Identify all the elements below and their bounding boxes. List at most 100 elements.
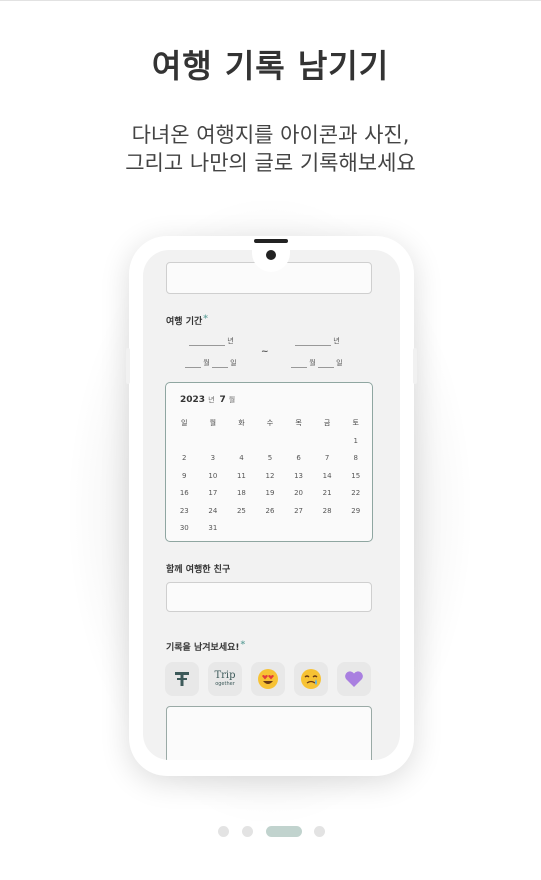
start-year-field[interactable]: 년	[189, 336, 234, 346]
end-day-unit: 일	[336, 359, 343, 367]
calendar-day[interactable]: 8	[341, 450, 370, 468]
start-day-input[interactable]	[211, 360, 228, 368]
end-month-unit: 월	[309, 359, 316, 367]
calendar-weekday: 일	[181, 419, 188, 427]
calendar-day[interactable]: 5	[256, 450, 285, 468]
calendar-weekday: 월	[209, 419, 217, 427]
front-camera	[266, 250, 276, 260]
calendar-empty-cell	[199, 433, 228, 451]
page-dot-2[interactable]	[242, 826, 253, 837]
end-day-input[interactable]	[317, 360, 334, 368]
calendar-day[interactable]: 2	[170, 450, 199, 468]
page-dot-1[interactable]	[218, 826, 229, 837]
calendar-day[interactable]: 9	[170, 468, 199, 486]
record-textarea[interactable]	[166, 706, 372, 760]
required-mark: *	[203, 314, 208, 324]
page-title: 여행 기록 남기기	[151, 47, 390, 85]
calendar-day[interactable]: 29	[341, 503, 370, 521]
calendar-day[interactable]: 17	[199, 485, 228, 503]
trip-logo-icon-glyph	[175, 672, 189, 686]
calendar-day[interactable]: 1	[341, 433, 370, 451]
required-mark: *	[240, 640, 246, 650]
start-year-unit: 년	[227, 337, 234, 345]
end-year-input[interactable]	[295, 338, 331, 346]
calendar-day[interactable]: 24	[199, 503, 228, 521]
calendar-empty-cell	[313, 520, 342, 538]
calendar-month-unit: 월	[228, 396, 236, 404]
calendar-day[interactable]: 7	[313, 450, 342, 468]
calendar-day[interactable]: 23	[170, 503, 199, 521]
start-month-day-field[interactable]: 월 일	[185, 358, 237, 368]
trip-together-logo-icon[interactable]: Trip ogether	[208, 662, 242, 696]
record-label: 기록을 남겨보세요!*	[166, 640, 245, 653]
start-month-input[interactable]	[185, 360, 201, 368]
calendar-day[interactable]: 15	[341, 468, 370, 486]
start-month-unit: 월	[203, 359, 210, 367]
calendar-empty-cell	[284, 433, 313, 451]
heart-eyes-emoji-icon[interactable]	[251, 662, 285, 696]
calendar-grid: 일 월 화 수 목 금 토 1 2 3 4 5 6 7 8 9 10 11 12 13 14 15 16 17 18 19 20 21…	[170, 415, 370, 538]
start-year-input[interactable]	[189, 338, 225, 346]
crying-emoji-icon[interactable]	[294, 662, 328, 696]
page-indicator	[0, 825, 541, 837]
calendar-day[interactable]: 3	[199, 450, 228, 468]
calendar-empty-cell	[256, 433, 285, 451]
end-month-day-field[interactable]: 월 일	[291, 358, 343, 368]
end-month-input[interactable]	[291, 360, 307, 368]
calendar-day[interactable]: 14	[313, 468, 342, 486]
end-year-field[interactable]: 년	[295, 336, 340, 346]
page-dot-3-active[interactable]	[266, 826, 302, 837]
trip-logo-text-bottom: ogether	[215, 681, 235, 687]
crying-glyph	[301, 669, 321, 689]
heart-eyes-glyph	[258, 669, 278, 689]
calendar-day[interactable]: 20	[284, 485, 313, 503]
calendar-day[interactable]: 22	[341, 485, 370, 503]
calendar-day[interactable]: 4	[227, 450, 256, 468]
calendar-year-unit: 년	[208, 396, 215, 404]
calendar-month: 7	[219, 395, 226, 405]
calendar-empty-cell	[170, 433, 199, 451]
calendar-day[interactable]: 6	[284, 450, 313, 468]
calendar-picker[interactable]: 2023 년 7 월 일 월 화 수 목 금 토 1 2 3 4 5 6 7 8 9 10 11 12 13 14 15 16 17…	[165, 382, 373, 542]
calendar-day[interactable]: 26	[256, 503, 285, 521]
end-year-unit: 년	[333, 337, 340, 345]
calendar-day[interactable]: 11	[227, 468, 256, 486]
phone-side-button-right	[413, 348, 417, 384]
icon-picker: Trip ogether	[165, 662, 375, 696]
calendar-weekday: 수	[266, 419, 274, 427]
page-dot-4[interactable]	[314, 826, 325, 837]
calendar-day[interactable]: 27	[284, 503, 313, 521]
friends-input[interactable]	[166, 582, 372, 612]
phone-notch	[254, 239, 288, 243]
period-label: 여행 기간*	[166, 314, 208, 327]
calendar-year: 2023	[180, 395, 206, 405]
purple-heart-glyph	[345, 671, 363, 687]
calendar-day[interactable]: 10	[199, 468, 228, 486]
calendar-weekday: 목	[295, 419, 302, 427]
calendar-empty-cell	[227, 520, 256, 538]
period-label-text: 여행 기간	[166, 317, 203, 327]
calendar-day[interactable]: 13	[284, 468, 313, 486]
calendar-day[interactable]: 28	[313, 503, 342, 521]
page-subtitle: 다녀온 여행지를 아이콘과 사진, 그리고 나만의 글로 기록해보세요	[0, 121, 541, 177]
calendar-day[interactable]: 21	[313, 485, 342, 503]
calendar-empty-cell	[313, 433, 342, 451]
calendar-empty-cell	[341, 520, 370, 538]
friends-label: 함께 여행한 친구	[166, 565, 231, 575]
start-day-unit: 일	[230, 359, 237, 367]
calendar-day[interactable]: 25	[227, 503, 256, 521]
record-label-text: 기록을 남겨보세요!	[166, 643, 240, 653]
calendar-day[interactable]: 18	[227, 485, 256, 503]
calendar-weekday: 금	[323, 419, 331, 427]
calendar-day[interactable]: 31	[199, 520, 228, 538]
trip-logo-icon[interactable]	[165, 662, 199, 696]
calendar-empty-cell	[256, 520, 285, 538]
calendar-day[interactable]: 19	[256, 485, 285, 503]
trip-logo-text-top: Trip	[214, 670, 236, 681]
onboarding-page: 여행 기록 남기기 다녀온 여행지를 아이콘과 사진, 그리고 나만의 글로 기…	[0, 0, 541, 880]
calendar-day[interactable]: 12	[256, 468, 285, 486]
calendar-day[interactable]: 30	[170, 520, 199, 538]
purple-heart-icon[interactable]	[337, 662, 371, 696]
calendar-day[interactable]: 16	[170, 485, 199, 503]
subtitle-line-1: 다녀온 여행지를 아이콘과 사진,	[131, 123, 410, 147]
